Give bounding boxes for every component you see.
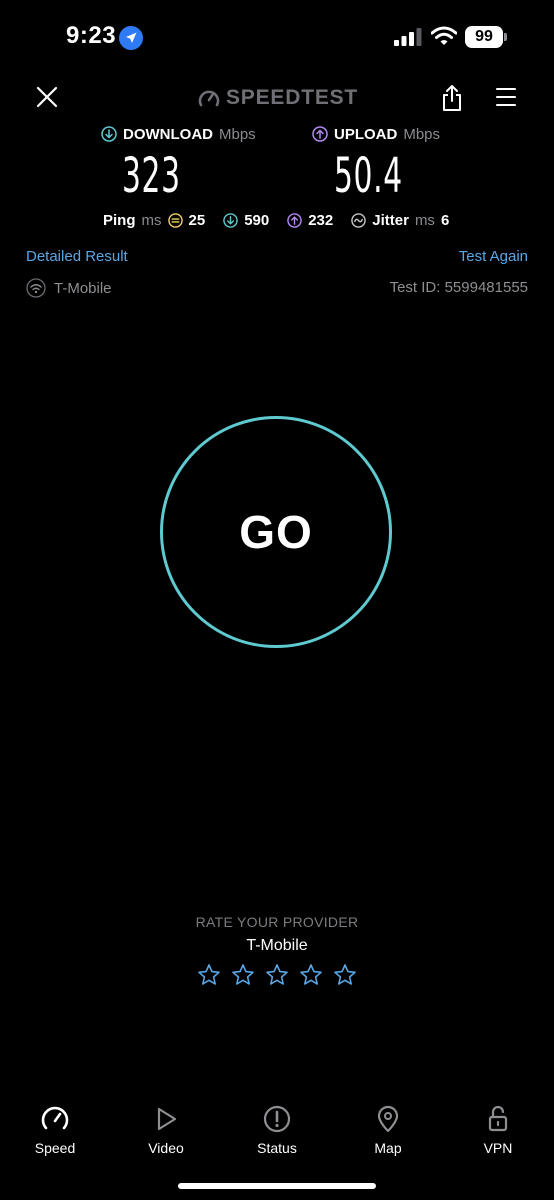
ping-label: Ping — [103, 211, 136, 229]
upload-value: 50.4 — [334, 148, 403, 204]
tab-label: Map — [374, 1140, 402, 1156]
tab-label: Video — [148, 1140, 184, 1156]
brand-name: SPEEDTEST — [226, 86, 359, 109]
cellular-signal-icon — [394, 28, 422, 46]
ping-download-value: 590 — [244, 211, 270, 229]
ping-row: Ping ms 25 590 232 Jitter ms 6 — [103, 210, 449, 230]
download-ping-icon — [223, 212, 238, 228]
star-icon[interactable] — [231, 963, 255, 987]
idle-ping-icon — [167, 212, 183, 228]
test-again-link[interactable]: Test Again — [459, 248, 528, 265]
tab-vpn[interactable]: VPN — [458, 1104, 538, 1156]
test-id: Test ID: 5599481555 — [389, 279, 528, 296]
app-brand: SPEEDTEST — [198, 84, 358, 112]
go-button-label: GO — [239, 506, 313, 558]
tab-label: Speed — [34, 1140, 76, 1156]
tab-map[interactable]: Map — [348, 1104, 428, 1156]
ping-idle-value: 25 — [188, 211, 206, 229]
share-icon[interactable] — [441, 84, 463, 112]
download-unit: Mbps — [219, 125, 256, 143]
battery-tip — [504, 33, 507, 41]
star-icon[interactable] — [265, 963, 289, 987]
location-arrow-icon — [119, 26, 143, 50]
upload-title: UPLOAD — [334, 125, 398, 143]
play-icon — [157, 1107, 177, 1131]
star-icon[interactable] — [197, 963, 221, 987]
go-button[interactable]: GO — [160, 416, 392, 648]
map-pin-icon — [377, 1105, 399, 1133]
jitter-value: 6 — [440, 211, 450, 229]
star-rating — [197, 963, 357, 987]
download-arrow-icon — [101, 126, 117, 142]
download-value: 323 — [122, 148, 181, 204]
ping-upload-value: 232 — [308, 211, 334, 229]
upload-label: UPLOAD Mbps — [312, 124, 440, 144]
upload-ping-icon — [287, 212, 302, 228]
rate-provider-title: RATE YOUR PROVIDER — [195, 914, 359, 930]
star-icon[interactable] — [299, 963, 323, 987]
jitter-label: Jitter — [372, 211, 409, 229]
status-time: 9:23 — [66, 22, 117, 49]
menu-icon[interactable] — [496, 87, 516, 107]
speedometer-logo-icon — [198, 90, 220, 107]
download-label: DOWNLOAD Mbps — [101, 124, 256, 144]
provider-name: T-Mobile — [54, 279, 112, 297]
alert-icon — [263, 1105, 291, 1133]
tab-label: VPN — [483, 1140, 513, 1156]
jitter-unit: ms — [414, 211, 435, 229]
star-icon[interactable] — [333, 963, 357, 987]
home-indicator[interactable] — [178, 1183, 376, 1189]
tab-label: Status — [257, 1140, 297, 1156]
unlock-icon — [488, 1105, 508, 1132]
provider-info: T-Mobile — [26, 278, 112, 298]
jitter-icon — [351, 212, 367, 228]
tab-status[interactable]: Status — [237, 1104, 317, 1156]
detailed-result-link[interactable]: Detailed Result — [26, 248, 128, 265]
ping-unit: ms — [141, 211, 162, 229]
tab-video[interactable]: Video — [126, 1104, 206, 1156]
speedometer-icon — [41, 1106, 69, 1130]
battery-indicator: 99 — [465, 26, 503, 48]
wifi-provider-icon — [26, 278, 46, 298]
rate-provider-name: T-Mobile — [246, 937, 308, 954]
wifi-icon — [431, 26, 457, 45]
close-icon[interactable] — [36, 86, 58, 108]
tab-speed[interactable]: Speed — [15, 1104, 95, 1156]
upload-unit: Mbps — [403, 125, 441, 143]
download-title: DOWNLOAD — [123, 125, 213, 143]
upload-arrow-icon — [312, 126, 328, 142]
